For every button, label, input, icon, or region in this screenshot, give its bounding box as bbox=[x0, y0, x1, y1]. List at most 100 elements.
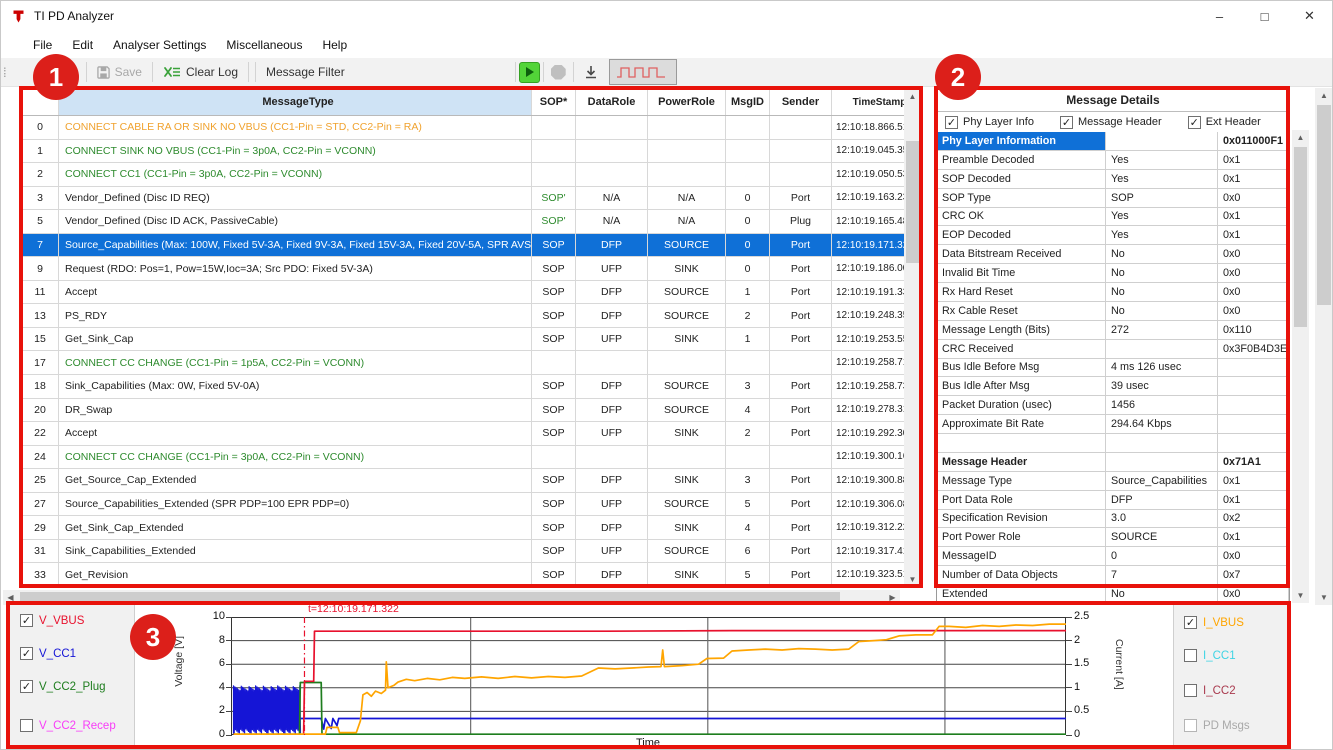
clear-log-button[interactable]: Clear Log bbox=[156, 63, 245, 81]
table-row[interactable]: 7Source_Capabilities (Max: 100W, Fixed 5… bbox=[22, 234, 920, 258]
details-row[interactable]: Invalid Bit TimeNo0x0 bbox=[937, 264, 1289, 283]
waveform-plot[interactable] bbox=[231, 617, 1066, 735]
details-row[interactable]: Phy Layer Information0x011000F1 bbox=[937, 132, 1289, 151]
column-header-sop[interactable]: SOP* bbox=[532, 89, 576, 115]
details-checkbox-phy-layer-info[interactable]: ✓Phy Layer Info bbox=[945, 116, 1034, 129]
table-row[interactable]: 0CONNECT CABLE RA OR SINK NO VBUS (CC1-P… bbox=[22, 116, 920, 140]
details-checkbox-ext-header[interactable]: ✓Ext Header bbox=[1188, 116, 1261, 129]
signal-checkbox-v-cc2-plug[interactable]: ✓V_CC2_Plug bbox=[20, 680, 105, 693]
details-row[interactable]: Specification Revision3.00x2 bbox=[937, 510, 1289, 529]
menu-analyser-settings[interactable]: Analyser Settings bbox=[103, 34, 216, 56]
signal-checkbox-i-cc1[interactable]: I_CC1 bbox=[1184, 649, 1236, 662]
table-row[interactable]: 3Vendor_Defined (Disc ID REQ)SOP'N/AN/A0… bbox=[22, 187, 920, 211]
scroll-up-icon[interactable]: ▲ bbox=[1292, 130, 1309, 145]
table-row[interactable]: 5Vendor_Defined (Disc ID ACK, PassiveCab… bbox=[22, 210, 920, 234]
details-row[interactable]: CRC OKYes0x1 bbox=[937, 208, 1289, 227]
row-number: 3 bbox=[22, 187, 59, 210]
signal-checkbox-i-cc2[interactable]: I_CC2 bbox=[1184, 684, 1236, 697]
details-row[interactable]: Rx Hard ResetNo0x0 bbox=[937, 283, 1289, 302]
details-row[interactable]: Bus Idle Before Msg4 ms 126 usec bbox=[937, 359, 1289, 378]
table-row[interactable]: 31Sink_Capabilities_ExtendedSOPUFPSOURCE… bbox=[22, 540, 920, 564]
row-number: 25 bbox=[22, 469, 59, 492]
minimize-button[interactable]: – bbox=[1197, 1, 1242, 31]
details-vscroll-thumb[interactable] bbox=[1294, 147, 1307, 327]
signal-checkbox-v-vbus[interactable]: ✓V_VBUS bbox=[20, 614, 84, 627]
close-button[interactable]: ✕ bbox=[1287, 1, 1332, 31]
details-row[interactable]: Bus Idle After Msg39 usec bbox=[937, 377, 1289, 396]
details-row[interactable]: Data Bitstream ReceivedNo0x0 bbox=[937, 245, 1289, 264]
details-row[interactable]: MessageID00x0 bbox=[937, 547, 1289, 566]
details-row[interactable]: EOP DecodedYes0x1 bbox=[937, 226, 1289, 245]
table-row[interactable]: 13PS_RDYSOPDFPSOURCE2Port12:10:19.248.35… bbox=[22, 304, 920, 328]
table-row[interactable]: 11AcceptSOPDFPSOURCE1Port12:10:19.191.33… bbox=[22, 281, 920, 305]
details-row[interactable]: Rx Cable ResetNo0x0 bbox=[937, 302, 1289, 321]
details-row[interactable] bbox=[937, 434, 1289, 453]
stop-capture-button[interactable] bbox=[551, 65, 566, 80]
scroll-down-icon[interactable]: ▼ bbox=[1315, 590, 1333, 605]
download-button[interactable] bbox=[577, 63, 605, 82]
table-row[interactable]: 20DR_SwapSOPDFPSOURCE4Port12:10:19.278.3… bbox=[22, 399, 920, 423]
main-vscroll-thumb[interactable] bbox=[1317, 105, 1331, 305]
details-row[interactable]: Message TypeSource_Capabilities0x1 bbox=[937, 472, 1289, 491]
message-filter-button[interactable]: Message Filter bbox=[259, 63, 352, 81]
details-hex: 0x71A1 bbox=[1218, 453, 1289, 471]
table-row[interactable]: 22AcceptSOPUFPSINK2Port12:10:19.292.309 bbox=[22, 422, 920, 446]
message-type: Revision (Revision: 3.1, Version 1.8) bbox=[59, 587, 532, 588]
maximize-button[interactable]: □ bbox=[1242, 1, 1287, 31]
save-button[interactable]: Save bbox=[90, 63, 149, 81]
table-row[interactable]: 15Get_Sink_CapSOPUFPSINK1Port12:10:19.25… bbox=[22, 328, 920, 352]
signal-checkbox-pd-msgs[interactable]: PD Msgs bbox=[1184, 719, 1250, 732]
details-row[interactable]: ExtendedNo0x0 bbox=[937, 585, 1289, 603]
column-header-powerrole[interactable]: PowerRole bbox=[648, 89, 726, 115]
column-header-datarole[interactable]: DataRole bbox=[576, 89, 648, 115]
menu-help[interactable]: Help bbox=[312, 34, 357, 56]
toolbar-grip[interactable]: ⁞ bbox=[3, 65, 7, 80]
table-row[interactable]: 24CONNECT CC CHANGE (CC1-Pin = 3p0A, CC2… bbox=[22, 446, 920, 470]
scroll-down-icon[interactable]: ▼ bbox=[1292, 588, 1309, 603]
menu-edit[interactable]: Edit bbox=[62, 34, 103, 56]
menu-file[interactable]: File bbox=[23, 34, 62, 56]
table-vscroll-thumb[interactable] bbox=[906, 141, 919, 263]
column-header-sender[interactable]: Sender bbox=[770, 89, 832, 115]
details-row[interactable]: CRC Received0x3F0B4D3E bbox=[937, 340, 1289, 359]
start-capture-button[interactable] bbox=[519, 62, 540, 83]
table-row[interactable]: 27Source_Capabilities_Extended (SPR PDP=… bbox=[22, 493, 920, 517]
sop-cell bbox=[532, 351, 576, 374]
signal-checkbox-v-cc1[interactable]: ✓V_CC1 bbox=[20, 647, 76, 660]
menu-miscellaneous[interactable]: Miscellaneous bbox=[216, 34, 312, 56]
table-row[interactable]: 29Get_Sink_Cap_ExtendedSOPDFPSINK4Port12… bbox=[22, 516, 920, 540]
details-row[interactable]: Number of Data Objects70x7 bbox=[937, 566, 1289, 585]
details-row[interactable]: Port Data RoleDFP0x1 bbox=[937, 491, 1289, 510]
details-row[interactable]: Packet Duration (usec)1456 bbox=[937, 396, 1289, 415]
signal-checkbox-v-cc2-recep[interactable]: V_CC2_Recep bbox=[20, 719, 116, 732]
details-row[interactable]: Message Header0x71A1 bbox=[937, 453, 1289, 472]
table-row[interactable]: 33Get_RevisionSOPDFPSINK5Port12:10:19.32… bbox=[22, 563, 920, 587]
table-row[interactable]: 9Request (RDO: Pos=1, Pow=15W,Ioc=3A; Sr… bbox=[22, 257, 920, 281]
column-header-msgid[interactable]: MsgID bbox=[726, 89, 770, 115]
details-row[interactable]: Approximate Bit Rate294.64 Kbps bbox=[937, 415, 1289, 434]
main-vscrollbar[interactable]: ▲ ▼ bbox=[1315, 88, 1333, 605]
column-header-messagetype[interactable]: MessageType bbox=[59, 89, 532, 115]
table-row[interactable]: 18Sink_Capabilities (Max: 0W, Fixed 5V-0… bbox=[22, 375, 920, 399]
waveform-view-toggle[interactable] bbox=[609, 59, 677, 85]
details-row[interactable]: Preamble DecodedYes0x1 bbox=[937, 151, 1289, 170]
scroll-down-icon[interactable]: ▼ bbox=[904, 572, 921, 587]
table-row[interactable]: 2CONNECT CC1 (CC1-Pin = 3p0A, CC2-Pin = … bbox=[22, 163, 920, 187]
scroll-up-icon[interactable]: ▲ bbox=[1315, 88, 1333, 103]
details-checkbox-message-header[interactable]: ✓Message Header bbox=[1060, 116, 1162, 129]
table-row[interactable]: 17CONNECT CC CHANGE (CC1-Pin = 1p5A, CC2… bbox=[22, 351, 920, 375]
details-row[interactable]: Port Power RoleSOURCE0x1 bbox=[937, 528, 1289, 547]
details-vscrollbar[interactable]: ▲ ▼ bbox=[1292, 130, 1309, 603]
signal-checkbox-i-vbus[interactable]: ✓I_VBUS bbox=[1184, 616, 1244, 629]
details-hex: 0x0 bbox=[1218, 585, 1289, 603]
table-row[interactable]: 25Get_Source_Cap_ExtendedSOPDFPSINK3Port… bbox=[22, 469, 920, 493]
table-row[interactable]: 1CONNECT SINK NO VBUS (CC1-Pin = 3p0A, C… bbox=[22, 140, 920, 164]
table-row[interactable]: 35Revision (Revision: 3.1, Version 1.8)S… bbox=[22, 587, 920, 588]
data-role-cell: UFP bbox=[576, 587, 648, 588]
details-row[interactable]: Message Length (Bits)2720x110 bbox=[937, 321, 1289, 340]
scroll-up-icon[interactable]: ▲ bbox=[904, 89, 921, 104]
details-row[interactable]: SOP TypeSOP0x0 bbox=[937, 189, 1289, 208]
checkbox-label: V_CC2_Plug bbox=[39, 681, 105, 693]
details-row[interactable]: SOP DecodedYes0x1 bbox=[937, 170, 1289, 189]
table-vscrollbar[interactable]: ▲ ▼ bbox=[904, 89, 921, 587]
